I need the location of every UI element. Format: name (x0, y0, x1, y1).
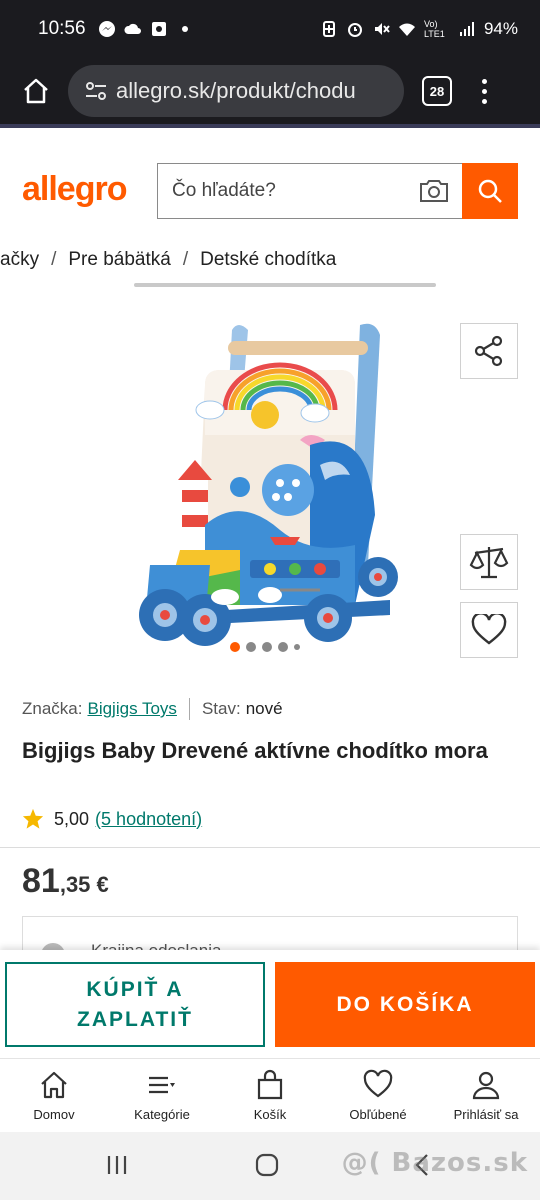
price-main: 81 (22, 862, 60, 900)
gallery-dot[interactable] (246, 642, 256, 652)
nav-home[interactable]: Domov (0, 1059, 108, 1132)
dot-icon (181, 26, 188, 32)
star-icon (22, 808, 44, 829)
bottom-navigation: Domov Kategórie Košík Obľúbené Prihlásiť… (0, 1058, 540, 1132)
home-icon (24, 78, 48, 104)
condition-label: Stav: (201, 699, 241, 718)
notification-icons (98, 20, 194, 38)
share-button[interactable] (460, 323, 518, 379)
app-icon (151, 22, 166, 36)
status-time: 10:56 (38, 18, 86, 39)
wifi-icon (398, 23, 415, 36)
breadcrumb-scrollbar[interactable] (134, 283, 436, 287)
nav-login[interactable]: Prihlásiť sa (432, 1059, 540, 1132)
price-cents: ,35 € (59, 872, 109, 897)
url-text: allegro.sk/produkt/chodu (116, 78, 356, 103)
status-bar: 10:56 Vo) LTE1 94% (0, 0, 540, 58)
gallery-dot[interactable] (262, 642, 272, 652)
battery-level: 94% (483, 19, 518, 38)
cart-icon (257, 1069, 283, 1100)
site-settings-icon (86, 82, 106, 100)
nav-label: Obľúbené (349, 1107, 407, 1122)
search-placeholder: Čo hľadáte? (172, 180, 276, 201)
search-input[interactable]: Čo hľadáte? (157, 163, 462, 219)
meta-divider (188, 698, 190, 720)
nav-cart[interactable]: Košík (216, 1059, 324, 1132)
battery-saver-icon (322, 21, 335, 37)
buy-now-button[interactable]: KÚPIŤ A ZAPLATIŤ (5, 962, 265, 1047)
brand-label: Značka: (22, 699, 83, 718)
add-to-cart-button[interactable]: DO KOŠÍKA (275, 962, 535, 1047)
favorite-button[interactable] (460, 602, 518, 658)
product-price: 81,35 € (22, 862, 109, 901)
product-meta: Značka: Bigjigs Toys Stav: nové (22, 698, 283, 720)
signal-icon (459, 22, 474, 36)
watermark: @( Bazos.sk (341, 1148, 528, 1178)
scales-icon (469, 547, 509, 579)
search-icon (478, 179, 502, 203)
network-label: Vo) LTE1 (423, 19, 445, 39)
product-rating: 5,00 (5 hodnotení) (22, 808, 202, 830)
home-nav-icon[interactable] (254, 1152, 280, 1178)
categories-icon (149, 1076, 175, 1094)
user-icon (472, 1071, 500, 1100)
allegro-logo[interactable]: allegro (22, 170, 127, 209)
address-bar[interactable]: allegro.sk/produkt/chodu (68, 65, 404, 117)
gallery-dot[interactable] (230, 642, 240, 652)
nav-label: Domov (33, 1107, 75, 1122)
status-right: Vo) LTE1 94% (320, 19, 518, 39)
breadcrumb-item[interactable]: Pre bábätká (68, 249, 170, 271)
nav-categories[interactable]: Kategórie (108, 1059, 216, 1132)
product-image[interactable] (110, 315, 410, 650)
nav-label: Prihlásiť sa (453, 1107, 519, 1122)
product-title: Bigjigs Baby Drevené aktívne chodítko mo… (22, 738, 488, 763)
condition-value: nové (245, 699, 283, 718)
browser-toolbar: allegro.sk/produkt/chodu 28 (0, 58, 540, 124)
compare-button[interactable] (460, 534, 518, 590)
breadcrumb-separator: / (182, 249, 189, 270)
nav-favorites[interactable]: Obľúbené (324, 1059, 432, 1132)
breadcrumb-item[interactable]: Detské chodítka (200, 249, 336, 271)
browser-menu-button[interactable] (474, 71, 494, 111)
gallery-pagination (230, 642, 300, 652)
divider (0, 847, 540, 848)
purchase-bar: KÚPIŤ A ZAPLATIŤ DO KOŠÍKA (0, 950, 540, 1058)
mute-icon (374, 23, 390, 35)
messenger-icon (98, 21, 115, 37)
reviews-link[interactable]: (5 hodnotení) (95, 809, 202, 830)
brand-link[interactable]: Bigjigs Toys (87, 699, 176, 719)
breadcrumb-item[interactable]: ačky (0, 249, 39, 271)
heart-icon (363, 1069, 393, 1098)
page-top-divider (0, 124, 540, 140)
nav-label: Kategórie (134, 1107, 190, 1122)
nav-label: Košík (253, 1107, 287, 1122)
rating-value: 5,00 (54, 808, 90, 829)
home-icon (41, 1071, 67, 1099)
alarm-icon (347, 23, 362, 37)
tab-switcher-button[interactable]: 28 (422, 76, 452, 106)
gallery-dot[interactable] (294, 644, 300, 650)
search-button[interactable] (462, 163, 518, 219)
recent-apps-icon[interactable] (104, 1152, 130, 1178)
gallery-dot[interactable] (278, 642, 288, 652)
share-icon (474, 335, 503, 367)
breadcrumb-separator: / (51, 249, 57, 270)
breadcrumb: ačky / Pre bábätká / Detské chodítka (0, 246, 336, 274)
camera-icon[interactable] (418, 177, 450, 205)
heart-icon (471, 614, 507, 645)
cloud-icon (124, 23, 141, 34)
home-button[interactable] (10, 65, 62, 117)
